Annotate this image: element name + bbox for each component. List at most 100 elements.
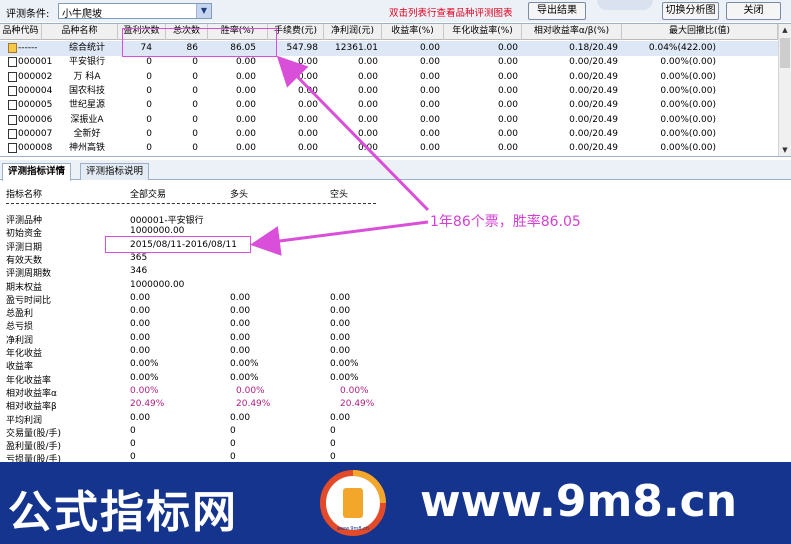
annotation-box-stats xyxy=(122,28,277,57)
table-cell: 综合统计 xyxy=(68,43,105,53)
table-cell: 0.00 xyxy=(497,128,518,139)
tab-detail[interactable]: 评测指标详情 xyxy=(2,163,72,181)
table-cell: 000008 xyxy=(18,143,53,154)
table-cell: 0 xyxy=(192,128,198,139)
table-cell: 0.00 xyxy=(497,143,518,154)
metric-value-long: 0.00 xyxy=(230,332,251,343)
table-scrollbar[interactable]: ▲ ▼ xyxy=(778,24,791,156)
table-cell: 0 xyxy=(146,57,152,68)
table-cell: 0.00 xyxy=(297,143,318,154)
detail-header-name: 指标名称 xyxy=(6,190,43,200)
table-cell: 0.00 xyxy=(419,57,440,68)
table-row[interactable]: ------ 综合统计 74 86 86.05 547.98 12361.01 0.00 0.0… xyxy=(0,41,778,56)
metric-value-all: 20.49% xyxy=(130,399,165,410)
table-cell: 0.00 xyxy=(297,71,318,82)
hint-text: 双击列表行查看品种评测图表 xyxy=(389,8,513,19)
col-annual[interactable]: 年化收益率(%) xyxy=(444,24,522,40)
table-row[interactable]: 000006 深振业A 0 0 0.00 0.00 0.00 0.00 0.00 0.00/20.… xyxy=(0,113,778,128)
table-cell: 0 xyxy=(146,128,152,139)
table-cell: 0.04%(422.00) xyxy=(648,43,716,53)
table-cell: 0.00 xyxy=(235,128,256,139)
table-cell: 0.00 xyxy=(419,85,440,96)
detail-value: 365 xyxy=(130,252,148,263)
metric-label: 年化收益 xyxy=(6,349,43,359)
metric-value-all: 0.00 xyxy=(130,306,151,317)
metric-value-long: 0.00 xyxy=(230,412,251,423)
metric-value-short: 0.00% xyxy=(340,385,369,396)
condition-value: 小牛爬坡 xyxy=(62,9,102,20)
document-icon xyxy=(8,114,17,125)
metric-value-short: 0.00 xyxy=(330,319,351,330)
condition-label: 评测条件: xyxy=(6,9,50,20)
table-cell: 0.00%(0.00) xyxy=(660,143,716,154)
document-icon xyxy=(8,57,17,68)
metric-value-short: 0 xyxy=(330,452,336,463)
detail-panel: 指标名称 全部交易 多头 空头 评测品种 000001-平安银行 初始资金 10000… xyxy=(0,181,791,466)
metric-value-all: 0.00 xyxy=(130,319,151,330)
table-row[interactable]: 000005 世纪星源 0 0 0.00 0.00 0.00 0.00 0.00 0.00/20.… xyxy=(0,98,778,113)
annotation-box-date xyxy=(105,236,251,253)
scroll-up-icon[interactable]: ▲ xyxy=(779,24,791,36)
watermark-left-text: 公式指标网 xyxy=(8,487,238,538)
table-row[interactable]: 000001 平安银行 0 0 0.00 0.00 0.00 0.00 0.00 0.00/20.… xyxy=(0,55,778,70)
metric-value-all: 0.00% xyxy=(130,372,159,383)
table-cell: 0.00 xyxy=(497,100,518,111)
metric-value-all: 0 xyxy=(130,452,136,463)
col-relative[interactable]: 相对收益率α/β(%) xyxy=(522,24,622,40)
table-cell: 0.00%(0.00) xyxy=(660,57,716,68)
export-button[interactable]: 导出结果 xyxy=(528,2,586,20)
table-cell: 0.00 xyxy=(235,57,256,68)
table-cell: 0.00 xyxy=(297,100,318,111)
table-cell: 0.00 xyxy=(497,85,518,96)
table-cell: 0.00 xyxy=(419,43,440,53)
table-cell: 深振业A xyxy=(70,114,104,125)
table-cell: 0.18/20.49 xyxy=(569,43,618,53)
table-cell: 0.00 xyxy=(235,100,256,111)
chevron-down-icon[interactable]: ▼ xyxy=(196,4,211,18)
table-cell: 0 xyxy=(192,57,198,68)
table-cell: 12361.01 xyxy=(335,43,378,53)
col-profit[interactable]: 净利润(元) xyxy=(324,24,382,40)
table-cell: 0.00 xyxy=(497,57,518,68)
metric-label: 盈利量(股/手) xyxy=(6,442,62,453)
col-code[interactable]: 品种代码 xyxy=(0,24,42,40)
document-icon xyxy=(8,71,17,82)
table-cell: 0 xyxy=(146,85,152,96)
metric-value-long: 0.00% xyxy=(230,372,259,383)
window-decoration xyxy=(597,0,653,10)
table-row[interactable]: 000007 全新好 0 0 0.00 0.00 0.00 0.00 0.00 0.00/20.4… xyxy=(0,127,778,142)
table-cell: 0.00 xyxy=(235,143,256,154)
metric-value-short: 20.49% xyxy=(340,399,375,410)
metric-value-short: 0.00 xyxy=(330,346,351,356)
scroll-down-icon[interactable]: ▼ xyxy=(779,144,791,156)
results-table[interactable]: 品种代码 品种名称 盈利次数 总次数 胜率(%) 手续费(元) 净利润(元) 收… xyxy=(0,23,791,157)
col-name[interactable]: 品种名称 xyxy=(42,24,118,40)
metric-value-long: 0 xyxy=(230,452,236,463)
table-cell: 0.00/20.49 xyxy=(569,85,618,96)
metric-value-long: 0.00% xyxy=(230,359,259,370)
condition-select[interactable]: 小牛爬坡 ▼ xyxy=(58,3,212,20)
tab-description[interactable]: 评测指标说明 xyxy=(80,163,150,180)
table-cell: 0 xyxy=(146,114,152,125)
metric-value-long: 0 xyxy=(230,439,236,450)
metric-label: 盈亏时间比 xyxy=(6,295,52,306)
metric-value-all: 0.00% xyxy=(130,359,159,370)
col-drawdown[interactable]: 最大回撤比(值) xyxy=(622,24,778,40)
metric-label: 总盈利 xyxy=(6,309,34,320)
close-button[interactable]: 关闭 xyxy=(726,2,781,20)
table-cell: 0 xyxy=(192,143,198,154)
table-cell: 神州高铁 xyxy=(68,143,105,154)
svg-text:www.9m8.cn: www.9m8.cn xyxy=(337,526,369,532)
detail-label: 评测日期 xyxy=(6,242,43,253)
table-cell: 0 xyxy=(146,143,152,154)
table-row[interactable]: 000008 神州高铁 0 0 0.00 0.00 0.00 0.00 0.00 0.00/20.… xyxy=(0,141,778,156)
switch-chart-button[interactable]: 切换分析图 xyxy=(662,2,719,20)
table-cell: 0.00 xyxy=(357,128,378,139)
table-cell: 0.00 xyxy=(419,128,440,139)
scroll-thumb[interactable] xyxy=(780,38,790,68)
table-row[interactable]: 000004 国农科技 0 0 0.00 0.00 0.00 0.00 0.00 0.00/20.… xyxy=(0,84,778,99)
metric-label: 相对收益率α xyxy=(6,388,57,399)
col-return[interactable]: 收益率(%) xyxy=(382,24,444,40)
detail-value: 000001-平安银行 xyxy=(130,216,204,226)
table-row[interactable]: 000002 万 科A 0 0 0.00 0.00 0.00 0.00 0.00 0.00/20.… xyxy=(0,70,778,85)
